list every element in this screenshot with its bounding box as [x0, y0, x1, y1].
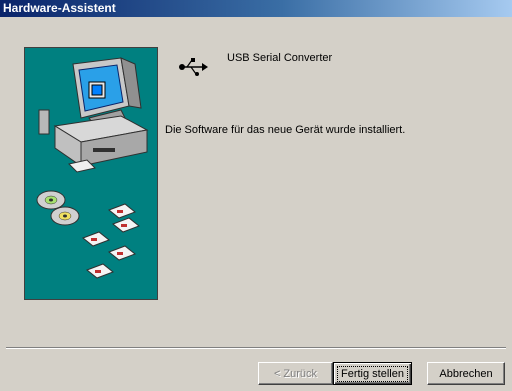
hardware-wizard-illustration [24, 47, 158, 300]
wizard-body: USB Serial Converter Die Software für da… [0, 17, 512, 391]
window-title: Hardware-Assistent [3, 1, 116, 15]
computer-illustration-icon [36, 57, 149, 279]
finish-button-label: Fertig stellen [337, 365, 408, 382]
cancel-button[interactable]: Abbrechen [427, 362, 505, 385]
finish-button[interactable]: Fertig stellen [333, 362, 412, 385]
title-bar[interactable]: Hardware-Assistent [0, 0, 512, 17]
wizard-window: Hardware-Assistent USB Serial Converter … [0, 0, 512, 391]
usb-icon [179, 58, 208, 76]
device-name: USB Serial Converter [227, 52, 333, 64]
install-complete-message: Die Software für das neue Gerät wurde in… [165, 124, 406, 136]
separator-line [6, 347, 506, 349]
back-button[interactable]: < Zurück [258, 362, 333, 385]
